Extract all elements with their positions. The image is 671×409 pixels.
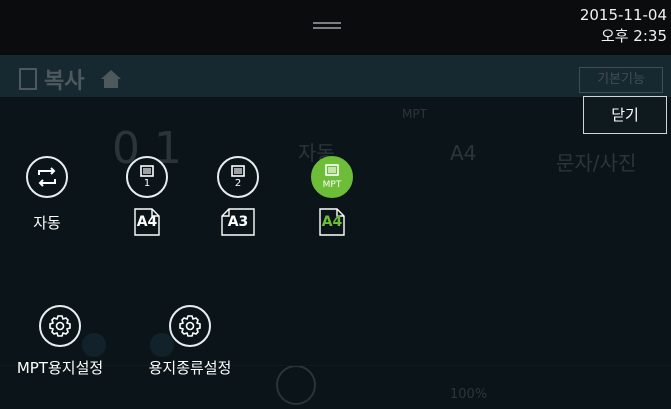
clock: 2015-11-04 오후 2:35 (580, 5, 667, 47)
paper-size-a3: A3 (221, 208, 255, 236)
tray-number: 1 (143, 178, 151, 189)
mpt-paper-settings-button[interactable]: MPT용지설정 (0, 305, 120, 378)
auto-rotate-icon (26, 156, 68, 198)
option-tray-2[interactable]: 2 A3 (193, 156, 283, 236)
ghost-zoom: 100% (450, 387, 488, 402)
paper-type-settings-button[interactable]: 용지종류설정 (130, 305, 250, 378)
status-time: 오후 2:35 (600, 27, 667, 45)
ghost-text-photo: 문자/사진 (556, 151, 637, 175)
app-title-text: 복사 (44, 69, 85, 94)
copy-icon (19, 68, 37, 90)
option-auto[interactable]: 자동 (2, 156, 92, 233)
ghost-tray: MPT (402, 107, 427, 121)
option-auto-label: 자동 (33, 214, 61, 232)
tray-number: MPT (322, 180, 342, 190)
paper-type-settings-label: 용지종류설정 (148, 359, 232, 377)
tray-1-icon: 1 (126, 156, 168, 198)
gear-icon (169, 305, 211, 347)
option-mpt-tray[interactable]: MPT A4 (287, 156, 377, 236)
gear-icon (39, 305, 81, 347)
status-bar: 2015-11-04 오후 2:35 (0, 0, 671, 55)
app-header: 복사 기본기능 (0, 55, 671, 97)
mpt-tray-icon: MPT (311, 156, 353, 198)
tray-2-icon: 2 (217, 156, 259, 198)
close-button[interactable]: 닫기 (583, 96, 667, 134)
mpt-paper-settings-label: MPT용지설정 (16, 359, 104, 377)
basic-function-button: 기본기능 (579, 67, 663, 93)
paper-size-label: A3 (227, 214, 249, 230)
paper-size-label: A4 (321, 214, 343, 230)
paper-size-a4-selected: A4 (319, 208, 345, 236)
status-date: 2015-11-04 (579, 6, 667, 24)
option-tray-1[interactable]: 1 A4 (102, 156, 192, 236)
notification-drag-handle[interactable] (313, 22, 341, 32)
ghost-circle (276, 365, 316, 405)
tray-number: 2 (234, 178, 242, 189)
home-icon (101, 70, 122, 88)
paper-size-a4: A4 (134, 208, 160, 236)
ghost-size: A4 (450, 141, 477, 165)
app-title: 복사 (18, 63, 122, 95)
paper-size-label: A4 (136, 214, 158, 230)
